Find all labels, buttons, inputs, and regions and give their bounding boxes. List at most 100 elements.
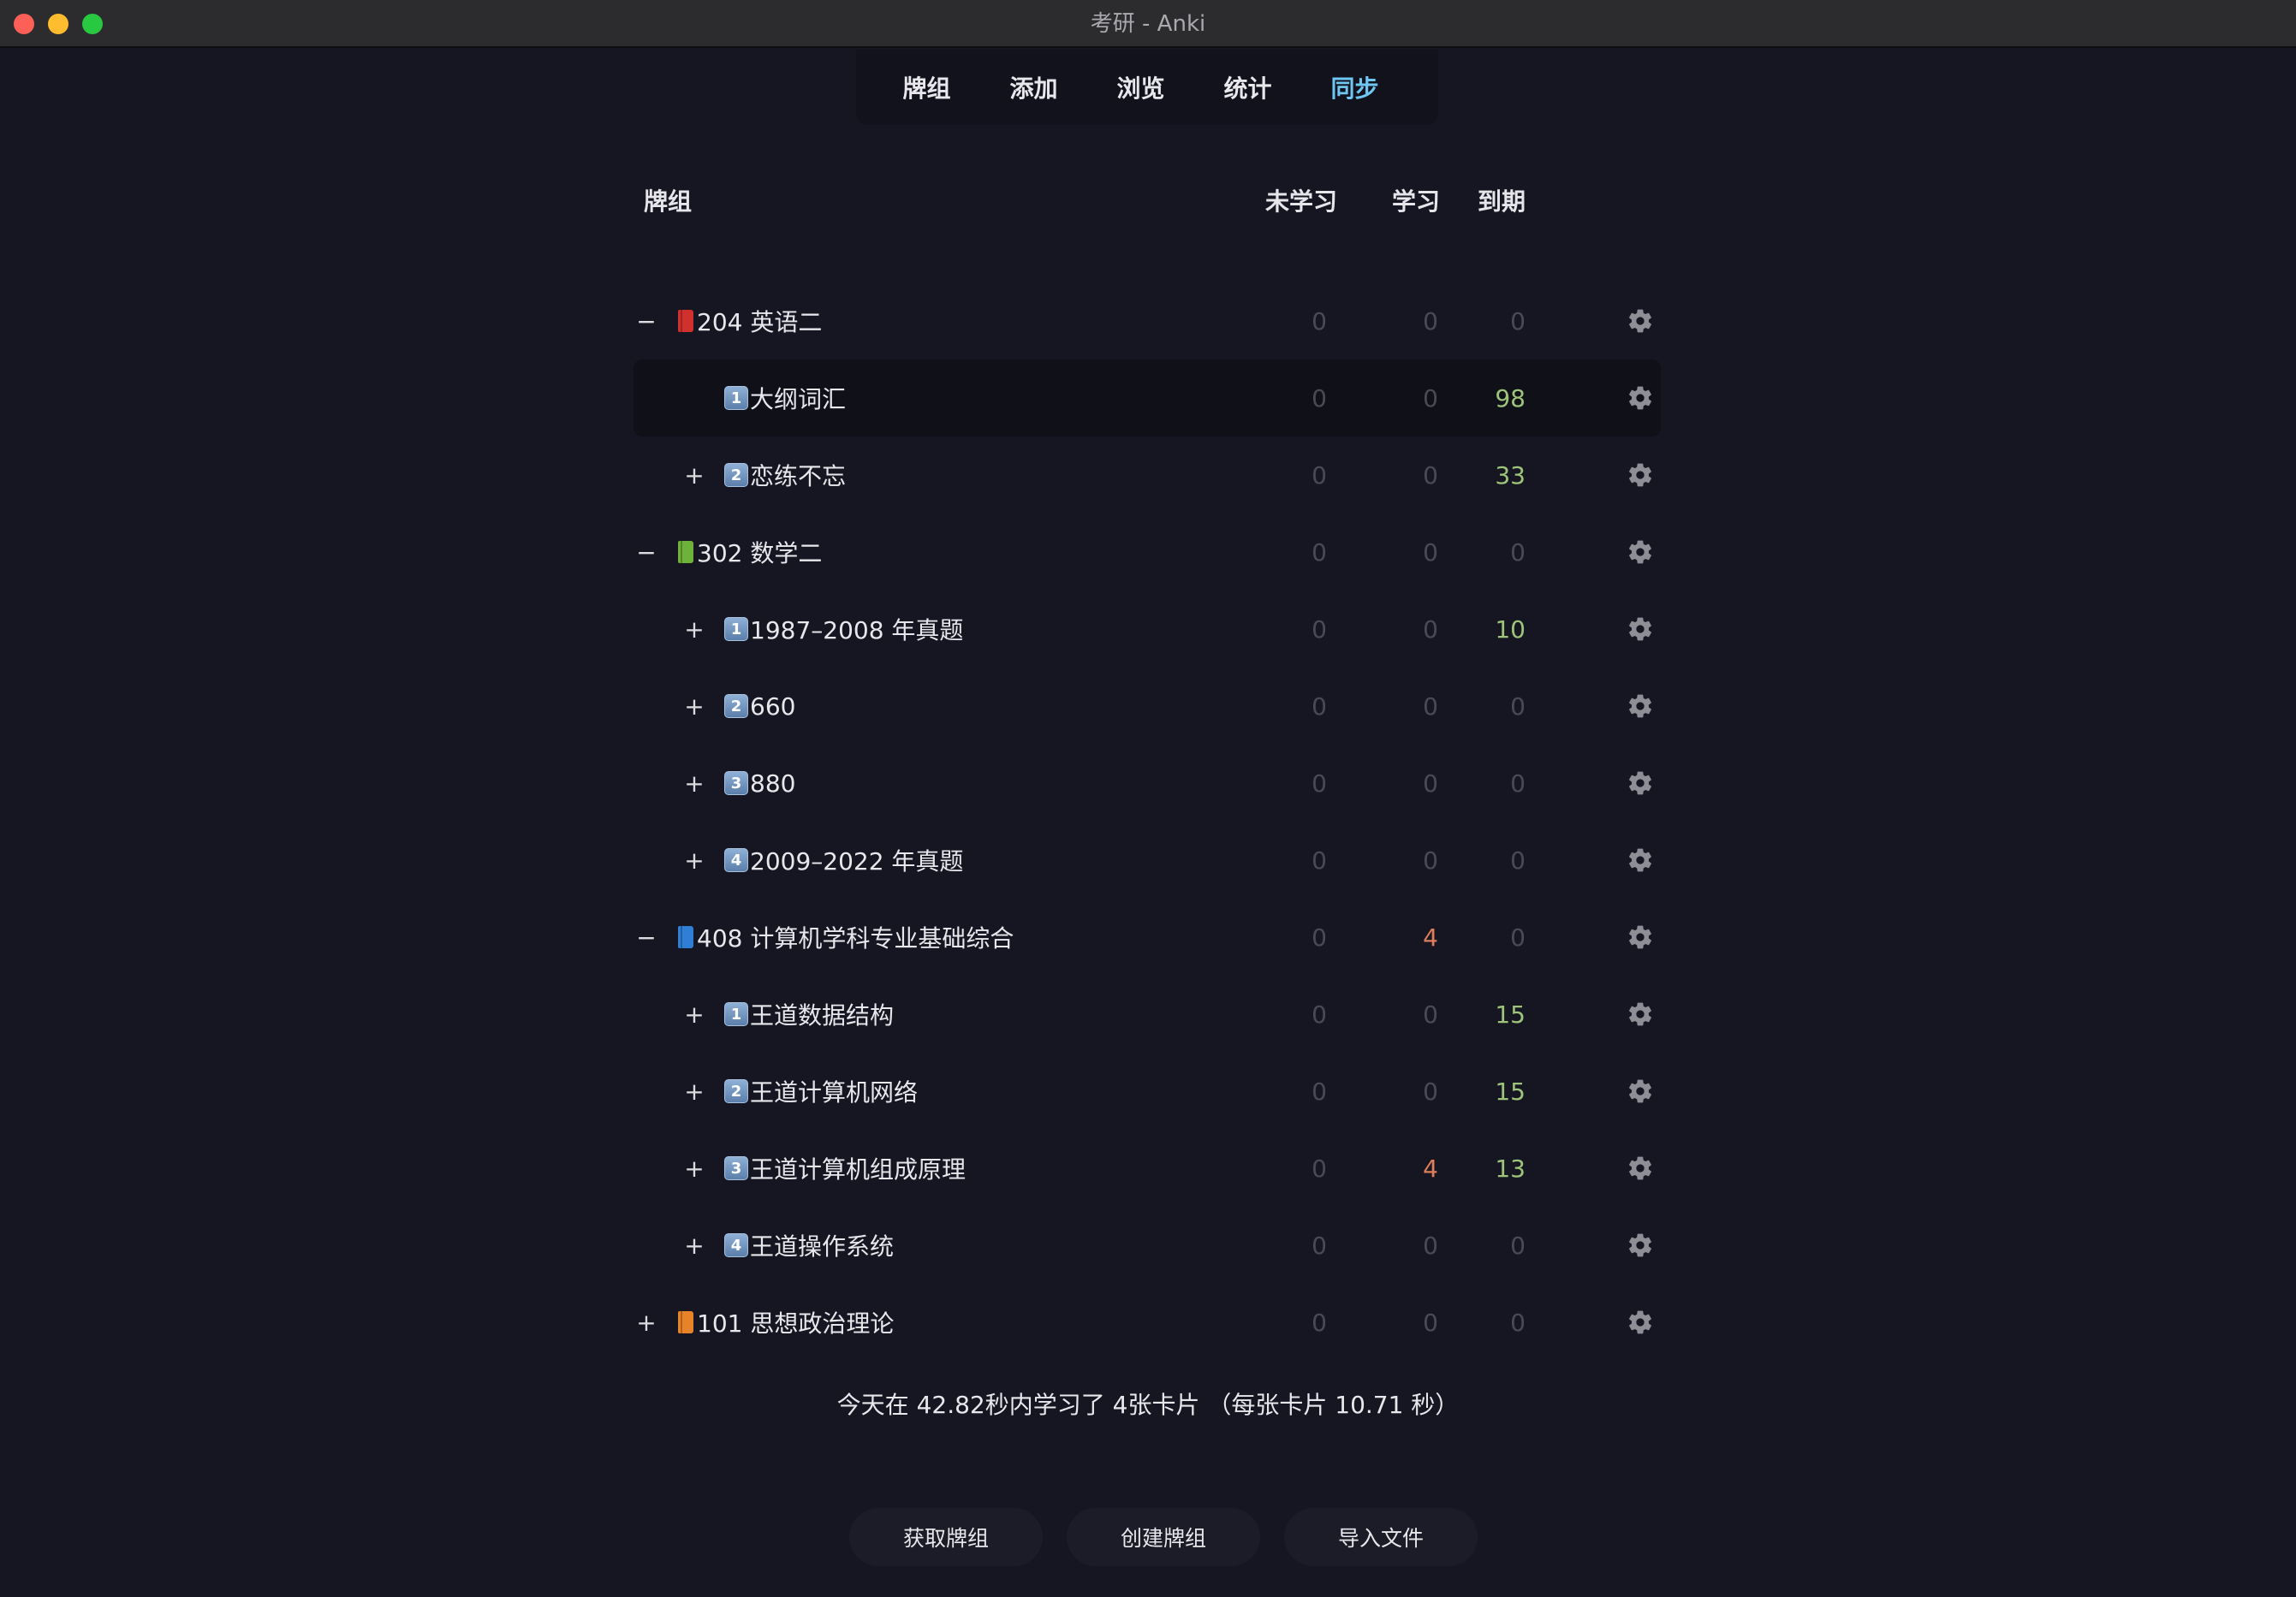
learn-count: 0 (1423, 306, 1438, 335)
deck-name-label: 王道计算机组成原理 (750, 1155, 967, 1184)
deck-row[interactable]: 1 大纲词汇 0 0 98 (633, 359, 1661, 436)
expand-deck-toggle[interactable]: + (681, 692, 707, 721)
new-count: 0 (1312, 1308, 1327, 1337)
deck-row[interactable]: +4 2009–2022 年真题 0 0 0 (633, 822, 1661, 899)
deck-row[interactable]: +3 880 0 0 0 (633, 745, 1661, 822)
expand-deck-toggle[interactable]: + (681, 769, 707, 798)
anki-window: 考研 - Anki 牌组 添加 浏览 统计 同步 牌组 未学习 学习 到期 − 2… (0, 0, 2296, 1597)
expand-deck-toggle[interactable]: + (681, 846, 707, 875)
gear-icon[interactable] (1627, 1155, 1654, 1182)
title-bar: 考研 - Anki (0, 0, 2296, 48)
gear-icon[interactable] (1627, 1309, 1654, 1336)
deck-name-label: 王道计算机网络 (750, 1078, 919, 1107)
gear-icon[interactable] (1627, 1232, 1654, 1259)
expand-deck-toggle[interactable]: + (681, 615, 707, 644)
due-count: 0 (1510, 306, 1526, 335)
today-stats-text: 今天在 42.82秒内学习了 4张卡片 （每张卡片 10.71 秒） (836, 1391, 1460, 1419)
deck-name-link[interactable]: 4 2009–2022 年真题 (724, 843, 963, 877)
gear-icon[interactable] (1627, 384, 1654, 412)
deck-row[interactable]: − 204 英语二 0 0 0 (633, 282, 1661, 359)
collapse-deck-toggle[interactable]: − (633, 923, 659, 952)
due-count: 15 (1495, 1000, 1526, 1029)
deck-name-link[interactable]: 408 计算机学科专业基础综合 (678, 920, 1014, 954)
deck-name-link[interactable]: 204 英语二 (678, 304, 822, 338)
gear-icon[interactable] (1627, 769, 1654, 797)
deck-name-link[interactable]: 2 660 (724, 692, 795, 721)
deck-row[interactable]: +2 660 0 0 0 (633, 668, 1661, 745)
deck-name-link[interactable]: 4 王道操作系统 (724, 1228, 894, 1262)
deck-name-label: 王道操作系统 (750, 1232, 895, 1261)
gear-icon[interactable] (1627, 538, 1654, 566)
learn-count: 0 (1423, 1308, 1438, 1337)
deck-name-link[interactable]: 1 1987–2008 年真题 (724, 612, 963, 646)
toolbar-add-button[interactable]: 添加 (980, 70, 1087, 104)
get-shared-button[interactable]: 获取牌组 (849, 1508, 1043, 1566)
deck-name-label: 408 计算机学科专业基础综合 (697, 924, 1014, 953)
toolbar-stats-button[interactable]: 统计 (1194, 70, 1301, 104)
gear-icon[interactable] (1627, 1000, 1654, 1028)
new-count: 0 (1312, 306, 1327, 335)
new-count: 0 (1312, 692, 1327, 721)
deck-name-label: 101 思想政治理论 (697, 1309, 895, 1338)
toolbar-decks-button[interactable]: 牌组 (873, 70, 980, 104)
orange-book-icon (678, 1311, 693, 1333)
deck-name-link[interactable]: 3 王道计算机组成原理 (724, 1151, 966, 1185)
new-count: 0 (1312, 923, 1327, 952)
gear-icon[interactable] (1627, 846, 1654, 874)
expand-deck-toggle[interactable]: + (681, 1155, 707, 1183)
deck-row[interactable]: +101 思想政治理论 0 0 0 (633, 1284, 1661, 1361)
learn-count: 0 (1423, 769, 1438, 798)
deck-name-link[interactable]: 1 大纲词汇 (724, 381, 846, 415)
new-count: 0 (1312, 846, 1327, 875)
due-count: 15 (1495, 1077, 1526, 1106)
create-deck-button[interactable]: 创建牌组 (1067, 1508, 1260, 1566)
due-count: 0 (1510, 537, 1526, 567)
deck-row[interactable]: +3 王道计算机组成原理 0 4 13 (633, 1130, 1661, 1207)
deck-name-link[interactable]: 1 王道数据结构 (724, 997, 894, 1031)
due-count: 98 (1495, 383, 1526, 413)
toolbar-sync-button[interactable]: 同步 (1301, 70, 1408, 104)
keycap-2-icon: 2 (724, 463, 748, 487)
deck-table-header: 牌组 未学习 学习 到期 (644, 183, 1663, 219)
new-count: 0 (1312, 614, 1327, 644)
expand-deck-toggle[interactable]: + (681, 1078, 707, 1106)
deck-name-link[interactable]: 101 思想政治理论 (678, 1305, 894, 1339)
collapse-deck-toggle[interactable]: − (633, 307, 659, 335)
new-count: 0 (1312, 1000, 1327, 1029)
green-book-icon (678, 541, 693, 563)
deck-row[interactable]: +2 王道计算机网络 0 0 15 (633, 1053, 1661, 1130)
new-count: 0 (1312, 1231, 1327, 1260)
import-file-button[interactable]: 导入文件 (1284, 1508, 1478, 1566)
deck-row[interactable]: − 408 计算机学科专业基础综合 0 4 0 (633, 899, 1661, 976)
toolbar-browse-button[interactable]: 浏览 (1087, 70, 1194, 104)
deck-name-link[interactable]: 302 数学二 (678, 535, 822, 569)
expand-deck-toggle[interactable]: + (681, 1232, 707, 1260)
deck-row[interactable]: +4 王道操作系统 0 0 0 (633, 1207, 1661, 1284)
gear-icon[interactable] (1627, 307, 1654, 335)
gear-icon[interactable] (1627, 615, 1654, 643)
deck-row[interactable]: +1 王道数据结构 0 0 15 (633, 976, 1661, 1053)
deck-row[interactable]: +1 1987–2008 年真题 0 0 10 (633, 591, 1661, 668)
header-new: 未学习 (1264, 187, 1337, 216)
learn-count: 0 (1423, 1231, 1438, 1260)
expand-deck-toggle[interactable]: + (681, 461, 707, 490)
due-count: 0 (1510, 1308, 1526, 1337)
gear-icon[interactable] (1627, 923, 1654, 951)
deck-name-link[interactable]: 2 王道计算机网络 (724, 1074, 918, 1108)
deck-name-link[interactable]: 2 恋练不忘 (724, 458, 846, 492)
new-count: 0 (1312, 460, 1327, 490)
blue-book-icon (678, 926, 693, 948)
deck-name-link[interactable]: 3 880 (724, 769, 795, 798)
new-count: 0 (1312, 769, 1327, 798)
keycap-3-icon: 3 (724, 771, 748, 795)
keycap-2-icon: 2 (724, 694, 748, 718)
gear-icon[interactable] (1627, 1078, 1654, 1105)
gear-icon[interactable] (1627, 692, 1654, 720)
deck-row[interactable]: +2 恋练不忘 0 0 33 (633, 436, 1661, 514)
gear-icon[interactable] (1627, 461, 1654, 489)
expand-deck-toggle[interactable]: + (633, 1309, 659, 1337)
deck-row[interactable]: − 302 数学二 0 0 0 (633, 514, 1661, 591)
expand-deck-toggle[interactable]: + (681, 1000, 707, 1029)
collapse-deck-toggle[interactable]: − (633, 538, 659, 567)
due-count: 10 (1495, 614, 1526, 644)
